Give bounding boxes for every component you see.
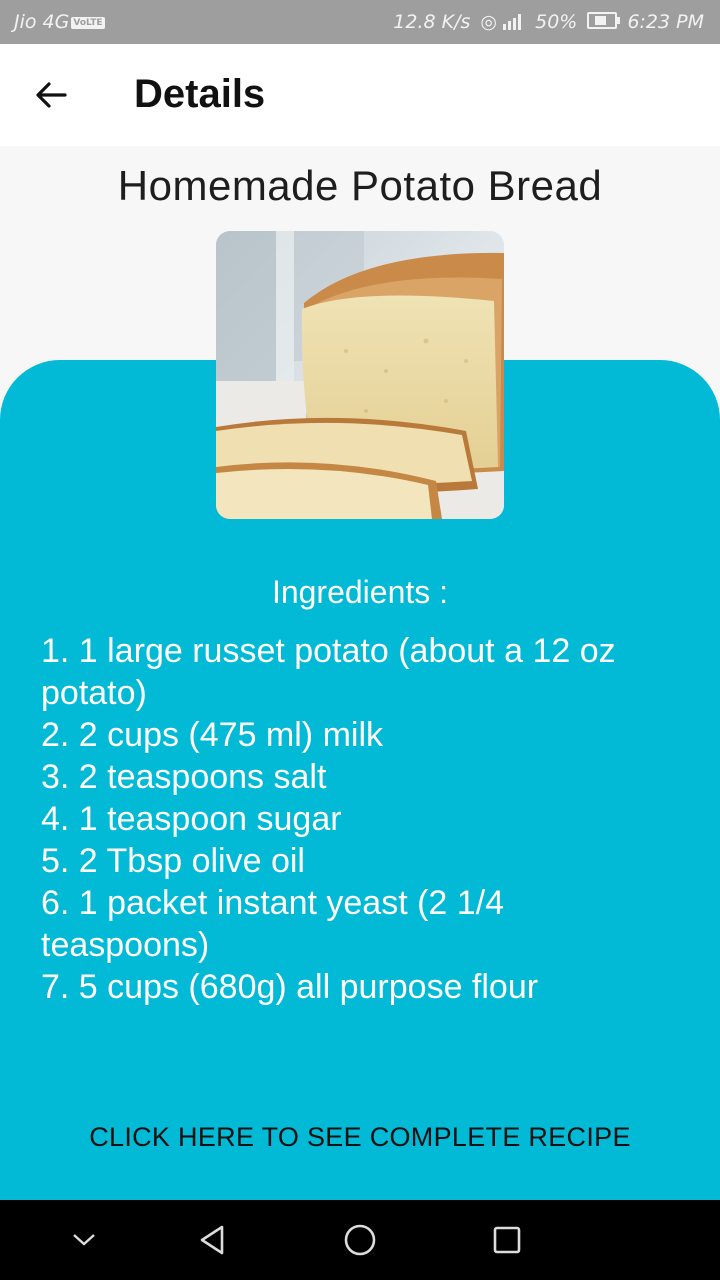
ingredient-item: 2. 2 cups (475 ml) milk [41, 716, 383, 754]
ingredient-item: 5. 2 Tbsp olive oil [41, 842, 305, 880]
ingredient-item: 1. 1 large russet potato (about a 12 oz … [41, 632, 616, 712]
battery-icon [587, 12, 621, 29]
recipe-title: Homemade Potato Bread [117, 162, 603, 209]
carrier-label: Jio 4G VoLTE [14, 11, 105, 33]
signal-icon [503, 14, 522, 30]
hotspot-icon: ◎ [480, 11, 498, 33]
volte-badge: VoLTE [71, 17, 105, 29]
network-speed: 12.8 K/s [393, 11, 471, 33]
back-triangle-icon [200, 1225, 224, 1255]
system-nav-bar [0, 1200, 720, 1280]
back-button[interactable] [26, 70, 76, 120]
potato-bread-photo [216, 231, 504, 519]
ingredients-list: 1. 1 large russet potato (about a 12 oz … [41, 630, 681, 1008]
home-circle-icon [344, 1224, 376, 1256]
status-indicators: 12.8 K/s ◎ 50% 6:23 PM [389, 11, 704, 33]
complete-recipe-link[interactable]: CLICK HERE TO SEE COMPLETE RECIPE [0, 1122, 720, 1153]
app-bar: Details [0, 44, 720, 146]
recipe-image[interactable] [216, 231, 504, 519]
arrow-left-icon [36, 82, 67, 108]
nav-back-button[interactable] [192, 1220, 232, 1260]
status-bar: Jio 4G VoLTE 12.8 K/s ◎ 50% 6:23 PM [0, 0, 720, 44]
chevron-down-button[interactable] [64, 1220, 104, 1260]
recents-square-icon [493, 1226, 521, 1254]
chevron-down-icon [73, 1234, 95, 1246]
ingredients-heading: Ingredients : [271, 574, 449, 610]
ingredient-item: 3. 2 teaspoons salt [41, 758, 327, 796]
clock: 6:23 PM [627, 11, 704, 33]
ingredient-item: 7. 5 cups (680g) all purpose flour [41, 968, 539, 1006]
ingredient-item: 6. 1 packet instant yeast (2 1/4 teaspoo… [41, 884, 505, 964]
battery-percent: 50% [535, 11, 578, 33]
nav-recents-button[interactable] [487, 1220, 527, 1260]
nav-home-button[interactable] [340, 1220, 380, 1260]
carrier-name: Jio 4G [14, 11, 70, 33]
page-title: Details [134, 72, 266, 116]
ingredient-item: 4. 1 teaspoon sugar [41, 800, 342, 838]
